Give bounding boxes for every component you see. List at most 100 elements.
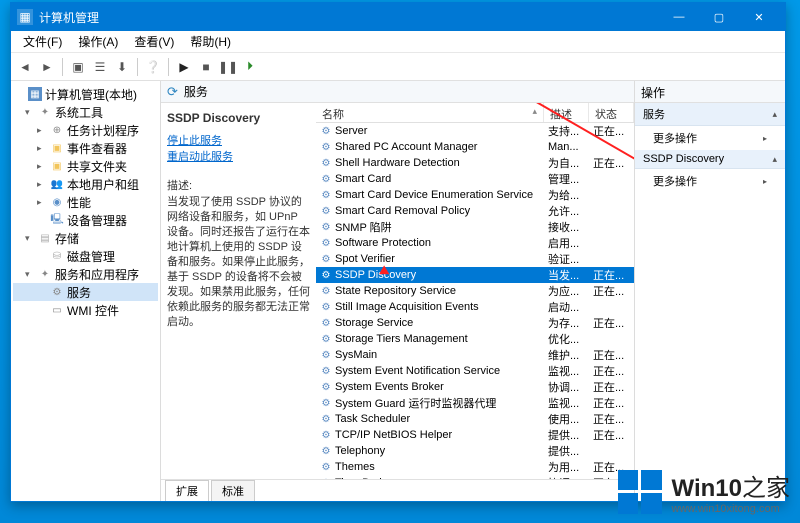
service-row[interactable]: ⚙System Event Notification Service监视...正… <box>316 363 634 379</box>
properties-icon[interactable]: ☰ <box>90 57 110 77</box>
tree-event-viewer[interactable]: ▸▣事件查看器 <box>13 139 158 157</box>
body-area: ▦计算机管理(本地) ▾✦系统工具 ▸⊕任务计划程序 ▸▣事件查看器 ▸▣共享文… <box>11 81 785 501</box>
tree-task-scheduler[interactable]: ▸⊕任务计划程序 <box>13 121 158 139</box>
service-row[interactable]: ⚙Themes为用...正在... <box>316 459 634 475</box>
tree-shared-folders[interactable]: ▸▣共享文件夹 <box>13 157 158 175</box>
label: WMI 控件 <box>67 302 119 319</box>
tab-extended[interactable]: 扩展 <box>165 480 209 501</box>
help-icon[interactable]: ❔ <box>143 57 163 77</box>
actions-title: 操作 <box>635 81 785 103</box>
service-row[interactable]: ⚙Time Broker协调...正在... <box>316 475 634 479</box>
tree-storage[interactable]: ▾▤存储 <box>13 229 158 247</box>
services-list[interactable]: 名称 ▴ 描述 状态 ⚙Server支持...正在...⚙Shared PC A… <box>316 103 634 479</box>
tree-pane[interactable]: ▦计算机管理(本地) ▾✦系统工具 ▸⊕任务计划程序 ▸▣事件查看器 ▸▣共享文… <box>11 81 161 501</box>
tree-services[interactable]: ⚙服务 <box>13 283 158 301</box>
service-row[interactable]: ⚙TCP/IP NetBIOS Helper提供...正在... <box>316 427 634 443</box>
tree-root[interactable]: ▦计算机管理(本地) <box>13 85 158 103</box>
service-row[interactable]: ⚙Storage Service为存...正在... <box>316 315 634 331</box>
service-status: 正在... <box>589 395 634 411</box>
service-row[interactable]: ⚙Storage Tiers Management优化... <box>316 331 634 347</box>
service-row[interactable]: ⚙Shell Hardware Detection为自...正在... <box>316 155 634 171</box>
service-desc: 提供... <box>544 427 589 443</box>
service-name: Storage Tiers Management <box>335 333 468 345</box>
play-icon[interactable]: ▶ <box>174 57 194 77</box>
center-pane: ⟳ 服务 SSDP Discovery 停止此服务 重启动此服务 描述: 当发现… <box>161 81 635 501</box>
maximize-button[interactable]: ▢ <box>699 3 739 31</box>
service-name: Task Scheduler <box>335 413 410 425</box>
actions-more-services[interactable]: 更多操作▸ <box>635 126 785 150</box>
menu-view[interactable]: 查看(V) <box>126 31 182 52</box>
restart-link[interactable]: 重启动此服务 <box>167 149 310 165</box>
label: 事件查看器 <box>67 140 127 157</box>
service-name: SSDP Discovery <box>335 269 416 281</box>
export-icon[interactable]: ⬇ <box>112 57 132 77</box>
service-row[interactable]: ⚙Spot Verifier验证... <box>316 251 634 267</box>
service-row[interactable]: ⚙Still Image Acquisition Events启动... <box>316 299 634 315</box>
toolbar: ◄ ► ▣ ☰ ⬇ ❔ ▶ ■ ❚❚ ⏵ <box>11 53 785 81</box>
service-row[interactable]: ⚙Server支持...正在... <box>316 123 634 139</box>
service-desc: 为存... <box>544 315 589 331</box>
tree-performance[interactable]: ▸◉性能 <box>13 193 158 211</box>
tree-services-apps[interactable]: ▾✦服务和应用程序 <box>13 265 158 283</box>
service-row[interactable]: ⚙Smart Card Removal Policy允许... <box>316 203 634 219</box>
services-header: ⟳ 服务 <box>161 81 634 103</box>
service-row[interactable]: ⚙Software Protection启用... <box>316 235 634 251</box>
actions-more-ssdp[interactable]: 更多操作▸ <box>635 169 785 193</box>
refresh-icon[interactable]: ⟳ <box>167 84 178 100</box>
desc-text: 当发现了使用 SSDP 协议的网络设备和服务，如 UPnP 设备。同时还报告了运… <box>167 195 310 330</box>
stop-icon[interactable]: ■ <box>196 57 216 77</box>
up-icon[interactable]: ▣ <box>68 57 88 77</box>
tab-standard[interactable]: 标准 <box>211 480 255 501</box>
service-row[interactable]: ⚙Task Scheduler使用...正在... <box>316 411 634 427</box>
menu-file[interactable]: 文件(F) <box>15 31 70 52</box>
tree-local-users[interactable]: ▸👥本地用户和组 <box>13 175 158 193</box>
service-name: Server <box>335 125 367 137</box>
gear-icon: ⚙ <box>320 141 332 153</box>
label: 服务和应用程序 <box>55 266 139 283</box>
service-row[interactable]: ⚙Shared PC Account Manager Man... <box>316 139 634 155</box>
service-name: Shared PC Account Manager <box>335 141 477 153</box>
tree-system-tools[interactable]: ▾✦系统工具 <box>13 103 158 121</box>
menu-action[interactable]: 操作(A) <box>70 31 126 52</box>
service-row[interactable]: ⚙SysMain维护...正在... <box>316 347 634 363</box>
service-desc: 允许... <box>544 203 589 219</box>
col-status[interactable]: 状态 <box>589 103 634 122</box>
service-desc: 为自... <box>544 155 589 171</box>
service-row[interactable]: ⚙Smart Card管理... <box>316 171 634 187</box>
col-name[interactable]: 名称 ▴ <box>316 103 544 122</box>
actions-section-ssdp[interactable]: SSDP Discovery▴ <box>635 150 785 169</box>
close-button[interactable]: ✕ <box>739 3 779 31</box>
forward-icon[interactable]: ► <box>37 57 57 77</box>
service-row[interactable]: ⚙Smart Card Device Enumeration Service为给… <box>316 187 634 203</box>
label: 存储 <box>55 230 79 247</box>
tree-wmi[interactable]: ▭WMI 控件 <box>13 301 158 319</box>
service-row[interactable]: ⚙System Events Broker协调...正在... <box>316 379 634 395</box>
service-name: Storage Service <box>335 317 413 329</box>
gear-icon: ⚙ <box>320 365 332 377</box>
label: 服务 <box>67 284 91 301</box>
service-name: Smart Card <box>335 173 391 185</box>
service-row[interactable]: ⚙State Repository Service为应...正在... <box>316 283 634 299</box>
service-row[interactable]: ⚙SNMP 陷阱接收... <box>316 219 634 235</box>
app-icon: ▦ <box>17 9 33 25</box>
gear-icon: ⚙ <box>320 237 332 249</box>
tree-device-manager[interactable]: 🖳设备管理器 <box>13 211 158 229</box>
actions-section-services[interactable]: 服务▴ <box>635 103 785 126</box>
tree-disk-mgmt[interactable]: ⛁磁盘管理 <box>13 247 158 265</box>
service-row[interactable]: ⚙Telephony提供... <box>316 443 634 459</box>
col-desc[interactable]: 描述 <box>544 103 589 122</box>
pause-icon[interactable]: ❚❚ <box>218 57 238 77</box>
service-name: Themes <box>335 461 375 473</box>
back-icon[interactable]: ◄ <box>15 57 35 77</box>
service-status: 正在... <box>589 123 634 139</box>
wm-b: 之家 <box>742 475 790 502</box>
service-row[interactable]: ⚙SSDP Discovery当发...正在... <box>316 267 634 283</box>
service-desc: Man... <box>544 141 589 153</box>
service-status: 正在... <box>589 411 634 427</box>
menu-help[interactable]: 帮助(H) <box>182 31 239 52</box>
restart-icon[interactable]: ⏵ <box>240 57 260 77</box>
stop-link[interactable]: 停止此服务 <box>167 133 310 149</box>
actions-pane: 操作 服务▴ 更多操作▸ SSDP Discovery▴ 更多操作▸ <box>635 81 785 501</box>
minimize-button[interactable]: — <box>659 3 699 31</box>
service-row[interactable]: ⚙System Guard 运行时监视器代理监视...正在... <box>316 395 634 411</box>
